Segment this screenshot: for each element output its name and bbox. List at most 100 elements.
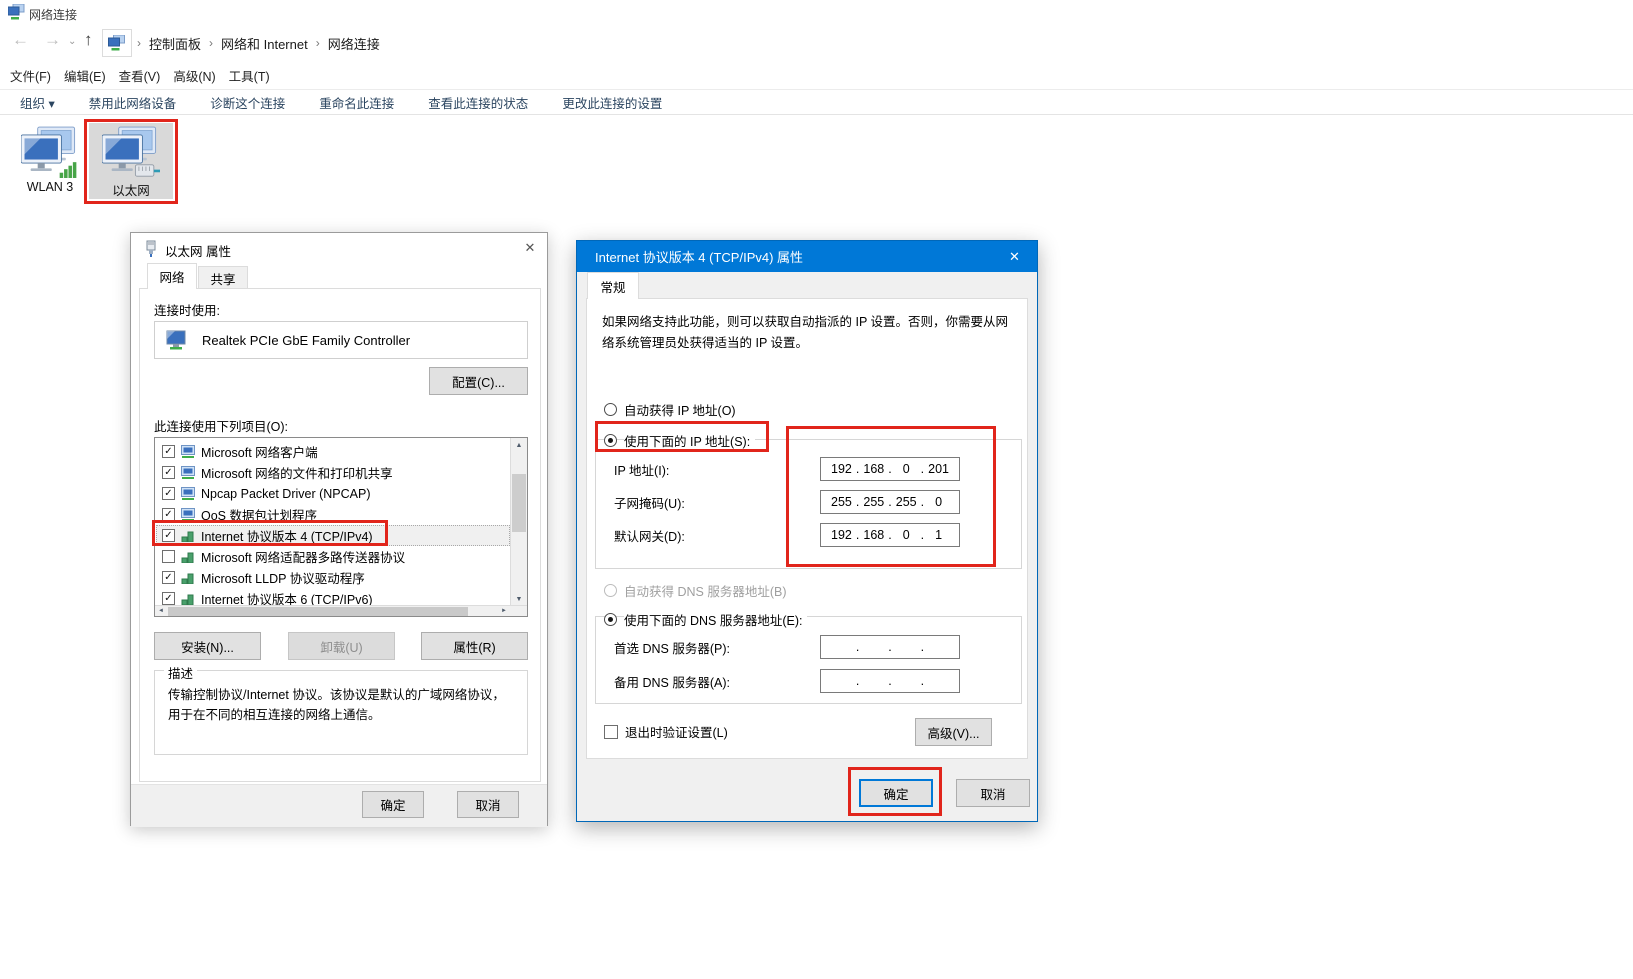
dialog-titlebar[interactable]: Internet 协议版本 4 (TCP/IPv4) 属性 ✕	[577, 241, 1037, 272]
toolbar-organize-button[interactable]: 组织 ▾	[20, 93, 55, 112]
checkbox-icon[interactable]	[162, 550, 175, 563]
ethernet-properties-dialog: 以太网 属性 ✕ 网络 共享 连接时使用: Realtek PCIe GbE F…	[130, 232, 548, 826]
radio-icon[interactable]	[604, 403, 617, 416]
history-dropdown-icon[interactable]: ⌄	[68, 36, 76, 47]
menu-item[interactable]: 高级(N)	[173, 66, 215, 85]
scroll-up-icon[interactable]: ▲	[511, 438, 527, 453]
properties-button[interactable]: 属性(R)	[421, 632, 528, 660]
tab-general[interactable]: 常规	[587, 272, 639, 299]
protocol-icon	[181, 550, 195, 563]
ip-octet: 168	[859, 462, 888, 476]
protocol-icon	[181, 592, 195, 605]
menu-item[interactable]: 查看(V)	[119, 66, 161, 85]
scroll-left-icon[interactable]: ◄	[155, 606, 167, 616]
checkbox-icon[interactable]: ✓	[162, 592, 175, 605]
cancel-button[interactable]: 取消	[956, 779, 1030, 807]
radio-manual-dns[interactable]: 使用下面的 DNS 服务器地址(E):	[604, 610, 807, 629]
cancel-button[interactable]: 取消	[457, 791, 519, 818]
ip-octet: 201	[924, 462, 953, 476]
checkbox-icon[interactable]: ✓	[162, 508, 175, 521]
network-connections-window: 网络连接 ← → ⌄ ↑ ›控制面板›网络和 Internet›网络连接 文件(…	[0, 0, 1633, 979]
checkbox-icon[interactable]	[604, 725, 618, 739]
radio-manual-ip[interactable]: 使用下面的 IP 地址(S):	[604, 431, 755, 450]
tab-sharing[interactable]: 共享	[198, 266, 248, 289]
menu-item[interactable]: 工具(T)	[229, 66, 270, 85]
scrollbar-thumb[interactable]	[168, 607, 468, 616]
adapter-icon	[166, 330, 188, 350]
protocol-list-item[interactable]: Microsoft 网络适配器多路传送器协议	[156, 546, 510, 567]
radio-label: 使用下面的 IP 地址(S):	[624, 431, 755, 450]
general-tab-page: 如果网络支持此功能，则可以获取自动指派的 IP 设置。否则，你需要从网络系统管理…	[586, 298, 1028, 759]
scrollbar-thumb[interactable]	[512, 474, 526, 532]
advanced-button[interactable]: 高级(V)...	[915, 718, 992, 746]
connection-label: WLAN 3	[27, 180, 74, 194]
radio-auto-ip[interactable]: 自动获得 IP 地址(O)	[604, 400, 736, 419]
toolbar-item[interactable]: 查看此连接的状态	[428, 93, 528, 112]
menu-item[interactable]: 文件(F)	[10, 66, 51, 85]
breadcrumb-separator-icon: ›	[206, 36, 216, 50]
checkbox-icon[interactable]: ✓	[162, 571, 175, 584]
dns-field-input[interactable]: ...	[820, 635, 960, 659]
toolbar-item[interactable]: 诊断这个连接	[210, 93, 285, 112]
dns-field-row: 备用 DNS 服务器(A):...	[614, 663, 960, 697]
protocol-list-item[interactable]: ✓Internet 协议版本 4 (TCP/IPv4)	[156, 525, 510, 546]
vertical-scrollbar[interactable]: ▲ ▼	[510, 438, 527, 607]
install-button[interactable]: 安装(N)...	[154, 632, 261, 660]
close-icon[interactable]: ✕	[517, 236, 543, 260]
ok-button[interactable]: 确定	[362, 791, 424, 818]
ok-button[interactable]: 确定	[859, 779, 933, 807]
checkbox-icon[interactable]: ✓	[162, 529, 175, 542]
checkbox-icon[interactable]: ✓	[162, 445, 175, 458]
ip-field-input[interactable]: 192.168.0.1	[820, 523, 960, 547]
connection-ethernet[interactable]: 以太网	[89, 123, 173, 199]
back-icon[interactable]: ←	[12, 31, 29, 48]
protocol-list-item[interactable]: ✓Microsoft LLDP 协议驱动程序	[156, 567, 510, 588]
dialog-title: 以太网 属性	[165, 241, 231, 260]
breadcrumb-item[interactable]: 网络和 Internet	[216, 34, 313, 53]
breadcrumb-item[interactable]: 控制面板	[144, 34, 206, 53]
protocol-list-item[interactable]: ✓QoS 数据包计划程序	[156, 504, 510, 525]
connection-label: 以太网	[112, 180, 150, 199]
dialog-title: Internet 协议版本 4 (TCP/IPv4) 属性	[595, 247, 803, 266]
horizontal-scrollbar[interactable]: ◄ ►	[155, 605, 527, 616]
protocol-list-item[interactable]: ✓Microsoft 网络的文件和打印机共享	[156, 462, 510, 483]
ip-octet: 192	[827, 528, 856, 542]
ip-field-label: 子网掩码(U):	[614, 493, 685, 512]
radio-label: 自动获得 IP 地址(O)	[624, 400, 736, 419]
scroll-right-icon[interactable]: ►	[498, 606, 510, 616]
dns-field-label: 首选 DNS 服务器(P):	[614, 638, 730, 657]
adapter-name: Realtek PCIe GbE Family Controller	[202, 333, 410, 348]
ip-field-input[interactable]: 192.168.0.201	[820, 457, 960, 481]
dns-field-input[interactable]: ...	[820, 669, 960, 693]
checkbox-icon[interactable]: ✓	[162, 487, 175, 500]
ip-dot-separator: .	[921, 640, 924, 654]
up-icon[interactable]: ↑	[84, 31, 93, 48]
close-icon[interactable]: ✕	[992, 241, 1037, 272]
window-title: 网络连接	[29, 6, 77, 23]
rj45-plug-icon	[135, 165, 160, 176]
radio-selected-icon[interactable]	[604, 434, 617, 447]
configure-button[interactable]: 配置(C)...	[429, 367, 528, 395]
breadcrumb-item[interactable]: 网络连接	[323, 34, 385, 53]
client-icon	[181, 487, 195, 500]
toolbar-item[interactable]: 更改此连接的设置	[562, 93, 662, 112]
ip-field-input[interactable]: 255.255.255.0	[820, 490, 960, 514]
ethernet-adapter-icon	[102, 126, 160, 179]
client-icon	[181, 466, 195, 479]
address-bar-icon[interactable]	[102, 29, 132, 57]
connection-wlan3[interactable]: WLAN 3	[8, 123, 92, 199]
checkbox-icon[interactable]: ✓	[162, 466, 175, 479]
menu-bar: 文件(F) 编辑(E) 查看(V) 高级(N) 工具(T)	[10, 66, 270, 85]
protocol-label: Microsoft 网络客户端	[201, 442, 318, 461]
toolbar-item[interactable]: 禁用此网络设备	[89, 93, 177, 112]
forward-icon[interactable]: →	[44, 31, 61, 48]
client-icon	[181, 445, 195, 458]
protocol-list-item[interactable]: ✓Npcap Packet Driver (NPCAP)	[156, 483, 510, 504]
validate-settings-checkbox[interactable]: 退出时验证设置(L)	[604, 722, 728, 741]
toolbar-item[interactable]: 重命名此连接	[319, 93, 394, 112]
protocol-list-item[interactable]: ✓ Microsoft 网络客户端	[156, 441, 510, 462]
radio-selected-icon[interactable]	[604, 613, 617, 626]
dialog-titlebar[interactable]: 以太网 属性 ✕	[131, 233, 547, 263]
tab-network[interactable]: 网络	[147, 263, 197, 289]
menu-item[interactable]: 编辑(E)	[64, 66, 106, 85]
